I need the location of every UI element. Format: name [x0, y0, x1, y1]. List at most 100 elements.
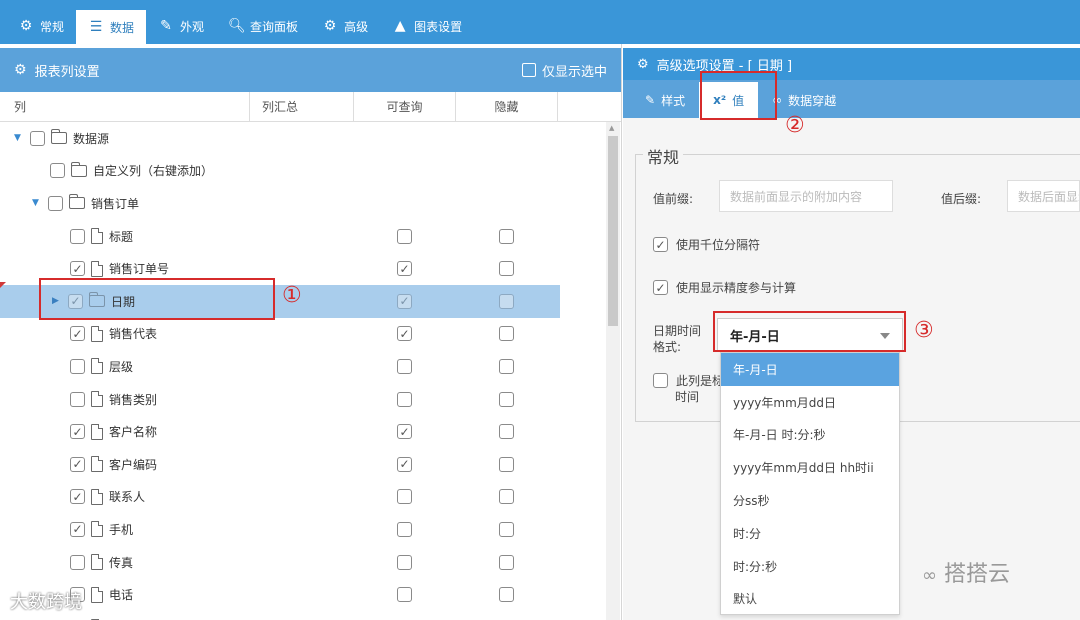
file-icon [91, 260, 103, 277]
tree-row-field[interactable]: 电话 [0, 578, 560, 611]
hidden-checkbox[interactable] [499, 424, 514, 440]
tree-row-field[interactable]: 层级 [0, 350, 560, 383]
row-checkbox[interactable] [70, 326, 85, 342]
row-checkbox[interactable] [70, 521, 85, 537]
annotation-box-3 [713, 311, 906, 352]
scrollbar-thumb[interactable] [608, 136, 618, 326]
show-selected-checkbox[interactable] [521, 63, 536, 77]
tree-row-field[interactable]: 客户编码 [0, 448, 560, 481]
hidden-checkbox[interactable] [499, 521, 514, 537]
precision-option[interactable]: 使用显示精度参与计算 [653, 279, 796, 296]
precision-checkbox[interactable] [653, 280, 668, 295]
tree-row-field[interactable]: 传真 [0, 546, 560, 579]
row-checkbox[interactable] [70, 358, 85, 374]
queryable-checkbox[interactable] [397, 228, 412, 244]
tree-scrollbar[interactable]: ▲ [606, 122, 620, 620]
hidden-checkbox[interactable] [499, 228, 514, 244]
row-checkbox[interactable] [70, 456, 85, 472]
scroll-up-icon[interactable]: ▲ [609, 124, 614, 132]
hidden-checkbox[interactable] [499, 456, 514, 472]
report-columns-header: ⚙ 报表列设置 仅显示选中 [0, 48, 621, 92]
tree-row-field[interactable]: 客户名称 [0, 415, 560, 448]
annotation-box-2 [700, 71, 777, 120]
file-icon [91, 521, 103, 538]
row-checkbox[interactable] [70, 424, 85, 440]
queryable-checkbox[interactable] [397, 489, 412, 505]
queryable-checkbox[interactable] [397, 358, 412, 374]
area-chart-icon: ▲ [394, 18, 406, 34]
queryable-checkbox[interactable] [397, 424, 412, 440]
expand-arrow-icon[interactable]: ▼ [32, 198, 42, 208]
hidden-checkbox[interactable] [499, 489, 514, 505]
tree-row-field[interactable]: 手机 [0, 513, 560, 546]
tab-advanced[interactable]: ⚙ 高级 [310, 8, 380, 44]
partial-option-label-2: 时间 [675, 390, 700, 404]
row-checkbox[interactable] [70, 489, 85, 505]
tree-row-custom-columns[interactable]: 自定义列（右键添加） [0, 155, 560, 188]
date-format-option[interactable]: 年-月-日 时:分:秒 [721, 419, 899, 452]
tree-row-field[interactable]: 标题 [0, 220, 560, 253]
row-checkbox[interactable] [50, 163, 65, 179]
date-format-option[interactable]: 默认 [721, 583, 899, 616]
queryable-checkbox[interactable] [397, 391, 412, 407]
date-format-option[interactable]: 时:分 [721, 517, 899, 550]
tree-row-label: 层级 [109, 359, 134, 374]
tree-row-sales-order[interactable]: ▼ 销售订单 [0, 187, 560, 220]
thousands-separator-checkbox[interactable] [653, 237, 668, 252]
tree-row-label: 数据源 [73, 131, 110, 146]
tab-chart-settings-label: 图表设置 [414, 19, 463, 34]
hidden-checkbox[interactable] [499, 326, 514, 342]
queryable-checkbox[interactable] [397, 554, 412, 570]
date-format-option[interactable]: 分ss秒 [721, 484, 899, 517]
queryable-checkbox[interactable] [397, 326, 412, 342]
advanced-options-header: ⚙ 高级选项设置 - [ 日期 ] [623, 48, 1080, 80]
show-selected-label: 仅显示选中 [541, 64, 607, 80]
row-checkbox[interactable] [70, 228, 85, 244]
row-checkbox[interactable] [70, 261, 85, 277]
prefix-input[interactable]: 数据前面显示的附加内容 [719, 180, 893, 212]
queryable-checkbox[interactable] [397, 587, 412, 603]
tree-row-field[interactable] [0, 611, 560, 620]
row-checkbox[interactable] [70, 554, 85, 570]
date-format-option[interactable]: 年-月-日 [721, 353, 899, 386]
hidden-checkbox[interactable] [499, 358, 514, 374]
hidden-checkbox[interactable] [499, 261, 514, 277]
date-format-option[interactable]: yyyy年mm月dd日 [721, 386, 899, 419]
tab-query-panel[interactable]: 🔍︎ 查询面板 [216, 8, 310, 44]
hidden-checkbox[interactable] [499, 293, 514, 309]
precision-label: 使用显示精度参与计算 [676, 281, 797, 295]
partial-option[interactable]: 此列是标 [653, 372, 724, 389]
magic-wand-icon: ✎ [645, 93, 656, 107]
tab-general[interactable]: ⚙ 常规 [6, 8, 76, 44]
tree-row-field[interactable]: 销售类别 [0, 383, 560, 416]
tab-style[interactable]: ✎ 样式 [631, 82, 699, 118]
hidden-checkbox[interactable] [499, 554, 514, 570]
tree-row-label: 销售订单号 [109, 262, 170, 277]
hidden-checkbox[interactable] [499, 391, 514, 407]
tab-chart-settings[interactable]: ▲ 图表设置 [380, 8, 474, 44]
thousands-separator-option[interactable]: 使用千位分隔符 [653, 236, 760, 253]
tree-row-field[interactable]: 销售代表 [0, 318, 560, 351]
tree-row-label: 联系人 [109, 490, 146, 505]
expand-arrow-icon[interactable]: ▼ [14, 133, 24, 143]
tree-row-field[interactable]: 联系人 [0, 481, 560, 514]
date-format-option[interactable]: yyyy年mm月dd日 hh时ii [721, 451, 899, 484]
file-icon [91, 325, 103, 342]
partial-option-checkbox[interactable] [653, 373, 668, 388]
tree-row-datasource[interactable]: ▼ 数据源 [0, 122, 560, 155]
queryable-checkbox[interactable] [397, 293, 412, 309]
tab-data[interactable]: ☰ 数据 [76, 10, 147, 44]
tab-appearance[interactable]: ✎ 外观 [146, 8, 216, 44]
queryable-checkbox[interactable] [397, 261, 412, 277]
date-format-label-line2: 格式: [653, 340, 682, 354]
queryable-checkbox[interactable] [397, 521, 412, 537]
hidden-checkbox[interactable] [499, 587, 514, 603]
queryable-checkbox[interactable] [397, 456, 412, 472]
tab-advanced-label: 高级 [344, 19, 369, 34]
date-format-option[interactable]: 时:分:秒 [721, 550, 899, 583]
row-checkbox[interactable] [30, 130, 45, 146]
row-checkbox[interactable] [48, 195, 63, 211]
row-checkbox[interactable] [70, 391, 85, 407]
suffix-input[interactable]: 数据后面显示 [1007, 180, 1080, 212]
tree-row-label: 客户名称 [109, 425, 158, 440]
